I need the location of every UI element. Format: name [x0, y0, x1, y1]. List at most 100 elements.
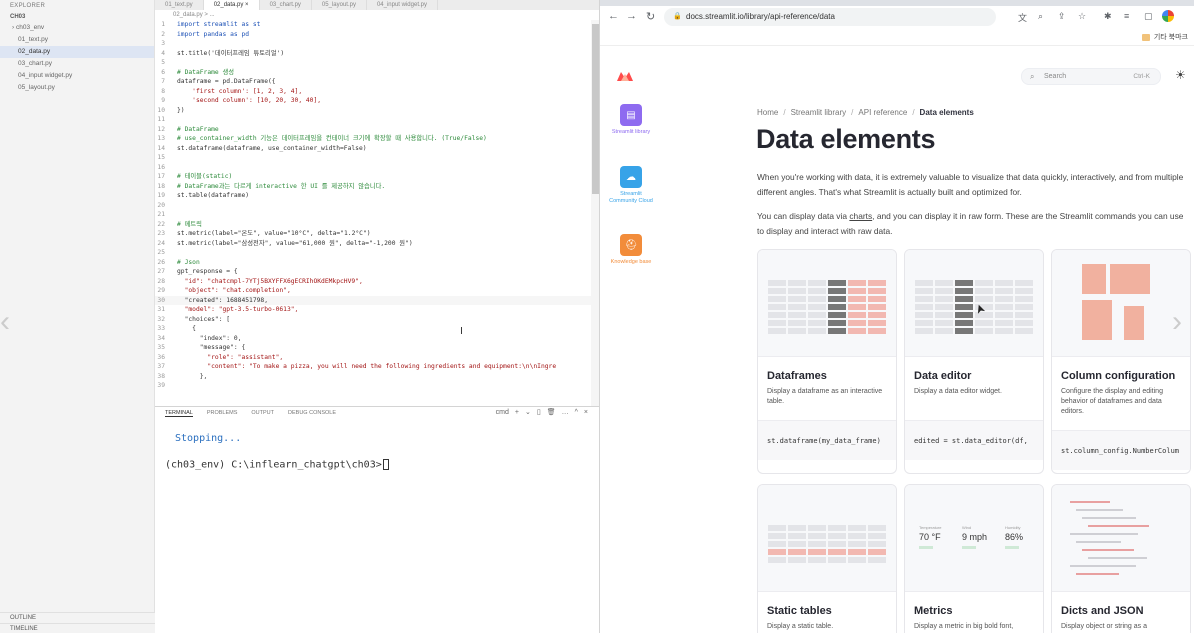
panel-tool-icon[interactable]: +: [515, 409, 519, 416]
breadcrumb-separator: /: [851, 108, 854, 117]
api-card[interactable]: Dataframes Display a dataframe as an inte…: [757, 249, 897, 474]
chevron-right-icon[interactable]: ›: [1172, 305, 1182, 339]
address-bar[interactable]: 🔒 docs.streamlit.io/library/api-referenc…: [664, 8, 996, 26]
panel-tab[interactable]: TERMINAL: [165, 410, 193, 417]
panel-tool-icon[interactable]: ×: [584, 409, 588, 416]
chevron-left-icon[interactable]: ‹: [0, 305, 10, 339]
metric-delta-bar: [1005, 546, 1019, 549]
api-card[interactable]: Column configuration Configure the displa…: [1051, 249, 1191, 474]
json-line: [1070, 533, 1138, 535]
code-line: 4 st.title('데이터프레임 튜토리얼'): [155, 49, 591, 59]
explorer-file-item[interactable]: 05_layout.py: [0, 82, 154, 94]
table-preview-cell: [768, 320, 786, 326]
scrollbar-thumb[interactable]: [592, 24, 599, 194]
outline-section[interactable]: OUTLINE: [0, 612, 155, 623]
timeline-section[interactable]: TIMELINE: [0, 623, 155, 633]
code-editor[interactable]: 1 import streamlit as st 2 import pandas as…: [155, 20, 591, 406]
code-line: 19 st.table(dataframe): [155, 191, 591, 201]
reading-list-icon[interactable]: ≡: [1124, 11, 1129, 21]
sidebar-nav-label: Streamlit library: [611, 129, 651, 135]
code-line: 25: [155, 248, 591, 258]
card-thumbnail: [1052, 485, 1190, 592]
other-bookmarks[interactable]: 기타 북마크: [1141, 32, 1188, 42]
shell-label[interactable]: cmd: [496, 409, 509, 416]
breadcrumb-separator: /: [783, 108, 786, 117]
editor-tab[interactable]: 03_chart.py: [260, 0, 312, 10]
breadcrumb-item[interactable]: API reference: [858, 108, 907, 117]
panel-tool-icon[interactable]: ⌄: [525, 409, 531, 416]
card-code: st.column_config.NumberColum: [1052, 430, 1190, 470]
table-preview-cell: [975, 280, 993, 286]
table-preview-row: [768, 557, 886, 563]
editor-tab[interactable]: 01_text.py: [155, 0, 204, 10]
share-icon[interactable]: ⇪: [1058, 11, 1066, 22]
line-number: 37: [157, 363, 165, 370]
explorer-folder[interactable]: CH03: [0, 12, 154, 22]
table-preview-cell: [808, 525, 826, 531]
api-card[interactable]: ➤ Data editor Display a data editor widget…: [904, 249, 1044, 474]
code-text: "id": "chatcmpl-7YTj5BXYFFX6gECRIhOKdEMk…: [177, 277, 363, 285]
editor-tab[interactable]: 05_layout.py: [312, 0, 367, 10]
table-preview-row: [915, 296, 1033, 302]
code-text: "index": 0,: [177, 334, 242, 342]
api-card[interactable]: Temperature 70 °F Wind 9 mph Humidity 86% Metr…: [904, 484, 1044, 633]
api-card[interactable]: Dicts and JSON Display object or string a…: [1051, 484, 1191, 633]
code-line: 6 # DataFrame 생성: [155, 68, 591, 78]
table-preview-cell: [768, 328, 786, 334]
table-preview-cell: [768, 312, 786, 318]
extensions-icon[interactable]: ✱: [1104, 11, 1112, 22]
breadcrumb-item[interactable]: Streamlit library: [791, 108, 847, 117]
card-title: Dataframes: [767, 370, 827, 382]
line-number: 22: [157, 220, 165, 228]
profile-avatar[interactable]: [1162, 10, 1174, 22]
explorer-file-item[interactable]: 01_text.py: [0, 34, 154, 46]
forward-icon[interactable]: →: [626, 10, 637, 22]
docs-search-input[interactable]: ⌕ Search Ctrl-K: [1021, 68, 1161, 85]
theme-toggle-icon[interactable]: ☀: [1175, 68, 1186, 82]
zoom-icon[interactable]: ⌕: [1038, 11, 1043, 22]
explorer-file-item[interactable]: 02_data.py: [0, 46, 154, 58]
panel-tab[interactable]: OUTPUT: [251, 410, 274, 416]
editor-tab[interactable]: 02_data.py ×: [203, 0, 260, 10]
explorer-file-item[interactable]: 04_input widget.py: [0, 70, 154, 82]
breadcrumb-item: Data elements: [919, 108, 974, 117]
table-preview-cell: [955, 288, 973, 294]
editor-tab[interactable]: 04_input widget.py: [367, 0, 438, 10]
panel-tool-icon[interactable]: ^: [575, 409, 578, 416]
metric-preview-label: Humidity: [1005, 525, 1021, 530]
streamlit-logo-icon[interactable]: [616, 70, 634, 85]
panel-tool-icon[interactable]: …: [562, 409, 569, 416]
translate-icon[interactable]: 文: [1018, 11, 1027, 24]
api-card[interactable]: Static tables Display a static table.: [757, 484, 897, 633]
intro2-text: You can display data via: [757, 211, 850, 221]
table-preview-cell: [1015, 280, 1033, 286]
sidebar-nav-icon: ⛑: [620, 234, 642, 256]
table-preview-row: [915, 328, 1033, 334]
editor-scrollbar[interactable]: [591, 20, 599, 406]
panel-tool-icon[interactable]: ▯: [537, 409, 541, 416]
explorer-file-item[interactable]: › ch03_env: [0, 22, 154, 34]
json-line: [1076, 509, 1123, 511]
bookmark-star-icon[interactable]: ☆: [1078, 11, 1086, 22]
code-text: "role": "assistant",: [177, 353, 284, 361]
charts-link[interactable]: charts: [849, 211, 872, 221]
editor-breadcrumb[interactable]: 02_data.py > ...: [155, 10, 599, 20]
terminal-prompt[interactable]: (ch03_env) C:\inflearn_chatgpt\ch03>: [165, 459, 389, 471]
sidebar-nav-item[interactable]: ☁ Streamlit Community Cloud: [606, 166, 656, 205]
panel-toolbar: cmd + ⌄ ▯ 🗑 … ^ ×: [490, 408, 588, 416]
panel-tab[interactable]: PROBLEMS: [207, 410, 238, 416]
sidebar-nav-item[interactable]: ⛑ Knowledge base: [606, 234, 656, 266]
sidebar-nav-item[interactable]: ▤ Streamlit library: [606, 104, 656, 136]
explorer-file-item[interactable]: 03_chart.py: [0, 58, 154, 70]
table-preview-cell: [995, 320, 1013, 326]
table-preview-cell: [935, 312, 953, 318]
back-icon[interactable]: ←: [608, 10, 619, 22]
table-preview-cell: [828, 525, 846, 531]
panel-tab[interactable]: DEBUG CONSOLE: [288, 410, 336, 416]
reload-icon[interactable]: ↻: [646, 10, 655, 23]
code-line: 38 },: [155, 372, 591, 382]
panel-tool-icon[interactable]: 🗑: [547, 409, 556, 416]
code-text: # 테이블(static): [177, 173, 233, 180]
side-panel-icon[interactable]: ▢: [1144, 11, 1153, 22]
breadcrumb-item[interactable]: Home: [757, 108, 778, 117]
